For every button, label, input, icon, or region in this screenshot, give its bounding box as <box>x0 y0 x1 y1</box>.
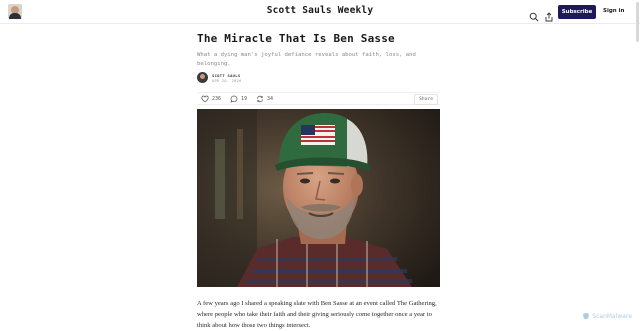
search-icon <box>529 12 539 22</box>
byline: SCOTT SAULS APR 20, 2026 <box>197 72 440 86</box>
restack-icon <box>257 95 263 103</box>
share-publication-button[interactable] <box>544 7 554 22</box>
post-action-bar: 236 19 34 Share <box>197 92 440 105</box>
comments-button[interactable]: 19 <box>230 95 247 103</box>
post-date: APR 20, 2026 <box>212 79 242 83</box>
sign-in-link[interactable]: Sign in <box>603 8 624 14</box>
like-button[interactable]: 236 <box>201 95 221 103</box>
search-button[interactable] <box>529 7 539 22</box>
scan-shield-icon <box>583 312 590 320</box>
watermark-text: ScanMalware <box>592 312 632 320</box>
scrollbar-thumb[interactable] <box>636 2 639 42</box>
top-navigation-bar: Scott Sauls Weekly Subscribe Sign in <box>0 0 640 24</box>
post-subtitle: What a dying man's joyful defiance revea… <box>197 52 416 67</box>
share-icon <box>545 12 553 22</box>
restack-button[interactable]: 34 <box>256 95 273 103</box>
heart-icon <box>201 95 209 103</box>
portrait-photo <box>197 109 440 287</box>
comment-icon <box>230 95 238 103</box>
post-title: The Miracle That Is Ben Sasse <box>197 32 395 45</box>
author-avatar[interactable] <box>197 72 208 83</box>
article-header: The Miracle That Is Ben Sasse What a dyi… <box>197 32 440 105</box>
author-name[interactable]: SCOTT SAULS <box>212 73 240 78</box>
watermark: ScanMalware <box>582 312 632 320</box>
subscribe-button[interactable]: Subscribe <box>558 5 596 19</box>
restack-count: 34 <box>267 96 274 102</box>
post-body-paragraph: A few years ago I shared a speaking slat… <box>197 300 437 329</box>
hero-image <box>197 109 440 287</box>
comment-count: 19 <box>241 96 248 102</box>
like-count: 236 <box>212 96 222 102</box>
share-button[interactable]: Share <box>414 94 438 105</box>
